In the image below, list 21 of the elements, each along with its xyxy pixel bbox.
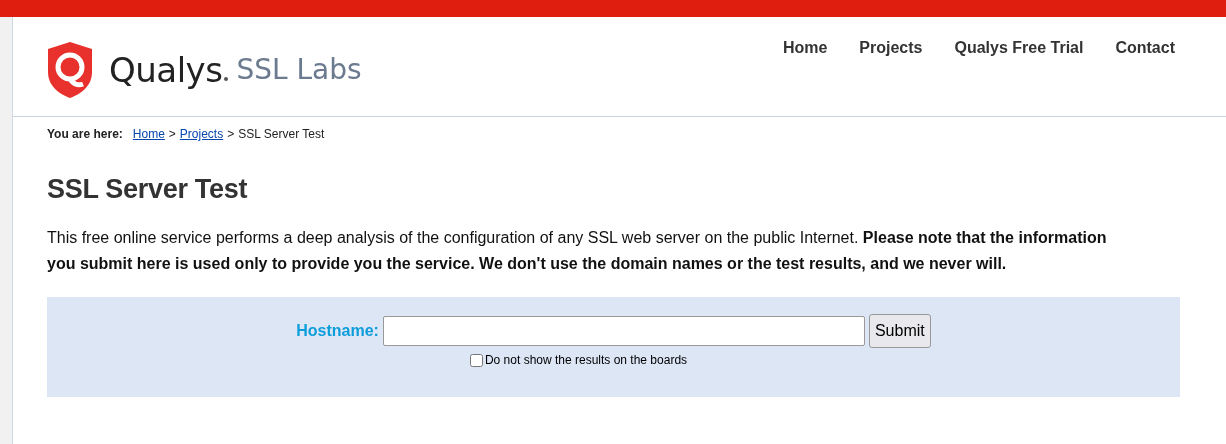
submit-button[interactable]: Submit — [868, 314, 931, 348]
breadcrumb-separator: > — [168, 127, 176, 141]
page-title: SSL Server Test — [47, 174, 249, 205]
dot-icon — [224, 76, 229, 81]
breadcrumb-link[interactable]: Home — [132, 127, 165, 141]
shield-logo-icon — [45, 39, 95, 100]
checkbox-label: Do not show the results on the boards — [484, 353, 688, 367]
nav-link[interactable]: Home — [782, 39, 828, 57]
breadcrumb-current: SSL Server Test — [238, 127, 325, 141]
hostname-field[interactable] — [382, 316, 865, 346]
logo-product: SSL Labs — [236, 53, 362, 86]
breadcrumb-label: You are here: — [47, 127, 123, 141]
nav-link[interactable]: Projects — [859, 39, 923, 57]
breadcrumb-separator: > — [227, 127, 235, 141]
logo-brand: Qualys — [109, 49, 223, 90]
breadcrumb-link[interactable]: Projects — [179, 127, 224, 141]
intro-paragraph: This free online service performs a deep analysis of the configuration of any SSL web server on the public Internet. Please note that the information you submit here is used only to provide you the service. We don't use the domain names or the test results, and we never will. — [47, 228, 1108, 274]
nav-link[interactable]: Contact — [1115, 39, 1175, 57]
checkbox[interactable] — [469, 353, 483, 367]
hostname-label: Hostname: — [296, 322, 379, 340]
nav-link[interactable]: Qualys Free Trial — [954, 39, 1084, 57]
